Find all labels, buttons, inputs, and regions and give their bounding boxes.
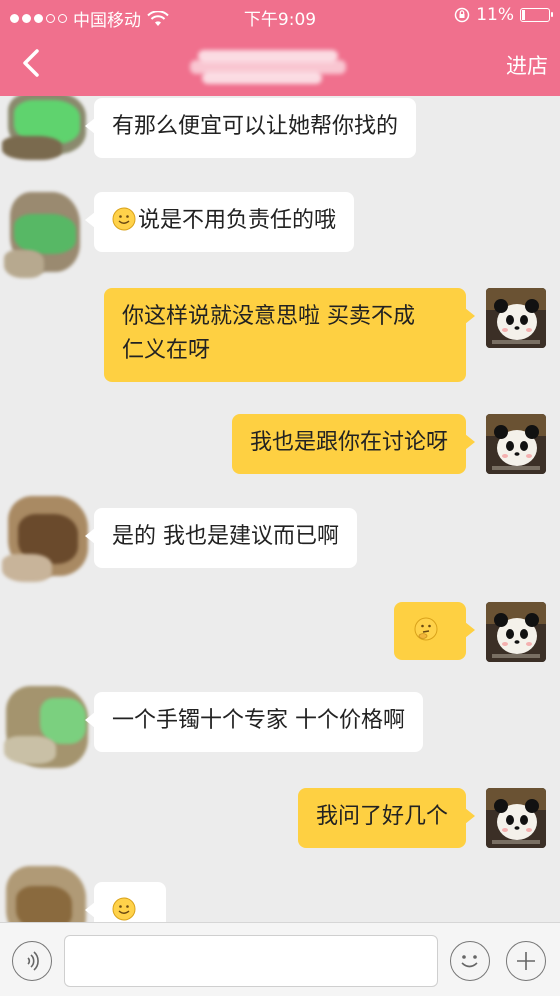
battery-percent: 11% [476, 5, 514, 25]
avatar[interactable] [0, 186, 95, 281]
enter-store-button[interactable]: 进店 [506, 50, 548, 80]
message-bubble[interactable]: 我问了好几个 [297, 788, 476, 848]
emoji-button[interactable] [450, 941, 490, 981]
message-text: 我也是跟你在讨论呀 [249, 430, 448, 455]
message-text: 是的 我也是建议而已啊 [112, 524, 339, 549]
message-bubble[interactable] [85, 882, 166, 922]
chevron-left-icon [23, 49, 39, 77]
message-bubble[interactable]: 你这样说就没意思啦 买卖不成 仁义在呀 [104, 288, 475, 382]
back-button[interactable] [14, 46, 48, 80]
battery-icon [520, 8, 553, 22]
avatar[interactable] [0, 96, 95, 173]
panda-avatar-image [486, 602, 546, 662]
smile-emoji-icon [112, 207, 136, 231]
message-input[interactable] [64, 935, 438, 987]
voice-input-button[interactable] [12, 941, 52, 981]
voice-icon [27, 951, 39, 971]
avatar[interactable] [486, 602, 546, 662]
message-bubble[interactable]: 说是不用负责任的哦 [84, 192, 355, 252]
smile-emoji-icon [112, 897, 136, 921]
status-bar: 中国移动 下午9:09 11% [0, 0, 560, 32]
plus-icon [517, 952, 535, 970]
more-options-button[interactable] [506, 941, 546, 981]
input-bar [0, 922, 560, 996]
avatar[interactable] [0, 676, 95, 771]
avatar[interactable] [486, 414, 546, 474]
message-bubble[interactable]: 一个手镯十个专家 十个价格啊 [85, 692, 423, 752]
message-bubble[interactable] [394, 602, 475, 660]
message-bubble[interactable]: 是的 我也是建议而已啊 [85, 508, 357, 568]
panda-avatar-image [486, 788, 546, 848]
thinking-emoji-icon [414, 617, 438, 641]
message-bubble[interactable]: 我也是跟你在讨论呀 [231, 414, 476, 474]
redacted-shop-name [190, 46, 350, 86]
panda-avatar-image [486, 414, 546, 474]
message-text: 一个手镯十个专家 十个价格啊 [112, 708, 405, 733]
smiley-icon [461, 955, 478, 968]
avatar[interactable] [0, 856, 95, 922]
rotation-lock-icon [454, 7, 470, 23]
nav-bar: 进店 [0, 32, 560, 96]
message-list[interactable]: 有那么便宜可以让她帮你找的 说是不用负责任的哦 你这样说就没意思啦 买卖不成 仁… [0, 96, 560, 922]
chat-screen: 中国移动 下午9:09 11% 进店 有那么便宜可以让她帮你找的 说是不用负责任… [0, 0, 560, 996]
message-text: 说是不用负责任的哦 [138, 208, 337, 233]
avatar[interactable] [486, 288, 546, 348]
panda-avatar-image [486, 288, 546, 348]
top-bar: 中国移动 下午9:09 11% 进店 [0, 0, 560, 96]
status-right: 11% [454, 5, 553, 25]
message-bubble[interactable]: 有那么便宜可以让她帮你找的 [84, 98, 417, 158]
message-text: 有那么便宜可以让她帮你找的 [112, 114, 399, 139]
avatar[interactable] [486, 788, 546, 848]
message-text: 我问了好几个 [315, 804, 448, 829]
avatar[interactable] [0, 484, 95, 582]
message-text-line: 仁义在呀 [122, 338, 211, 363]
message-text-line: 你这样说就没意思啦 买卖不成 [122, 304, 415, 329]
